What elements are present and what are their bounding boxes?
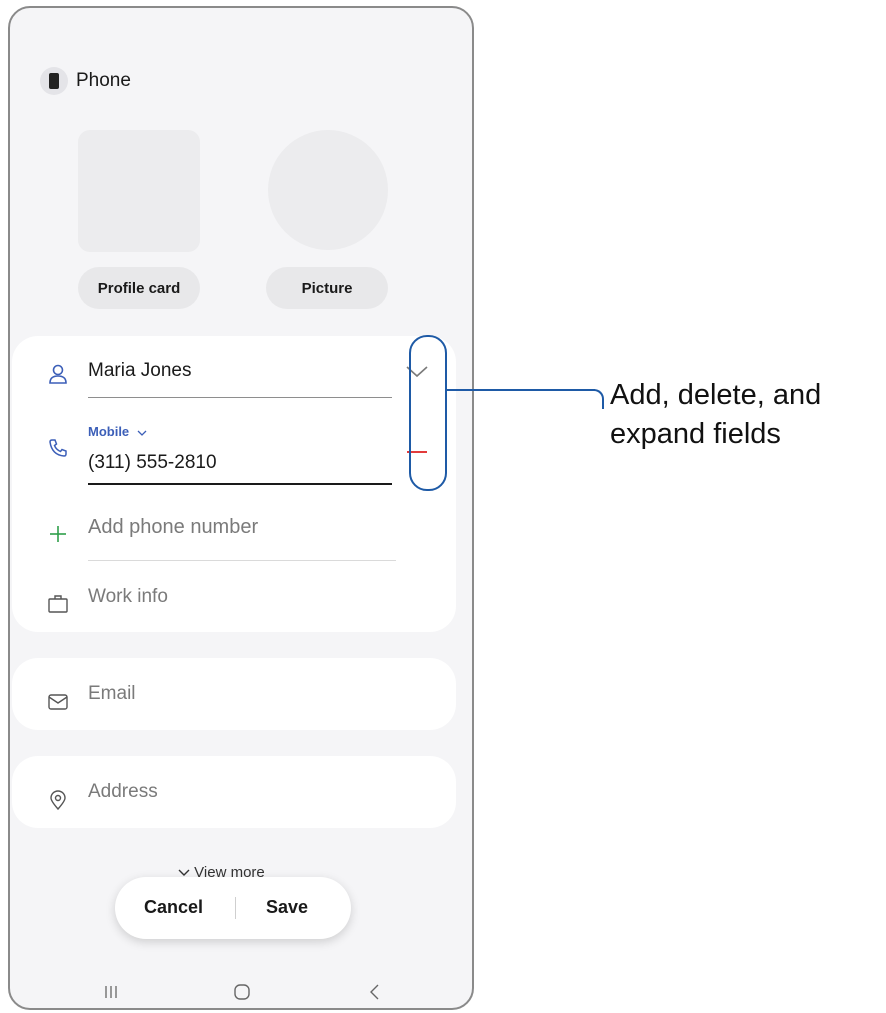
- callout-line-2: expand fields: [610, 418, 781, 450]
- picture-preview[interactable]: [268, 130, 388, 250]
- callout-leader-curve: [594, 389, 604, 409]
- back-icon[interactable]: [360, 980, 390, 1004]
- profile-card-preview[interactable]: [78, 130, 200, 252]
- address-field[interactable]: Address: [88, 781, 158, 803]
- chevron-down-icon: [137, 430, 147, 436]
- divider: [88, 560, 396, 561]
- home-icon[interactable]: [227, 980, 257, 1004]
- email-card[interactable]: [12, 658, 456, 730]
- name-field[interactable]: Maria Jones: [88, 360, 192, 382]
- picture-button[interactable]: Picture: [266, 267, 388, 309]
- briefcase-icon: [46, 592, 70, 616]
- callout-leader-line: [447, 389, 595, 391]
- save-button[interactable]: Save: [266, 897, 308, 918]
- profile-card-button[interactable]: Profile card: [78, 267, 200, 309]
- location-pin-icon: [46, 788, 70, 812]
- divider: [235, 897, 236, 919]
- phone-type-label: Mobile: [88, 424, 130, 439]
- add-phone-number-button[interactable]: Add phone number: [88, 516, 258, 539]
- chevron-down-icon: [178, 869, 190, 876]
- callout-line-1: Add, delete, and: [610, 379, 822, 411]
- email-field[interactable]: Email: [88, 683, 136, 705]
- callout-text: Add, delete, and expand fields: [610, 376, 821, 454]
- work-info-field[interactable]: Work info: [88, 586, 168, 608]
- action-bar: Cancel Save: [115, 877, 351, 939]
- storage-label: Phone: [76, 70, 131, 91]
- storage-location[interactable]: Phone: [40, 66, 131, 96]
- address-card[interactable]: [12, 756, 456, 828]
- phone-type-dropdown[interactable]: Mobile: [88, 424, 147, 439]
- email-icon: [46, 690, 70, 714]
- call-icon: [46, 436, 70, 460]
- name-underline: [88, 397, 392, 398]
- phone-number-field[interactable]: (311) 555-2810: [88, 452, 217, 474]
- phone-underline: [88, 483, 392, 485]
- recent-apps-icon[interactable]: [96, 980, 126, 1004]
- view-more-label: View more: [194, 864, 265, 878]
- callout-highlight: [409, 335, 447, 491]
- person-icon: [46, 362, 70, 386]
- cancel-button[interactable]: Cancel: [144, 897, 203, 918]
- view-more-button[interactable]: View more: [178, 864, 265, 878]
- plus-icon[interactable]: [46, 522, 70, 546]
- phone-icon: [40, 67, 68, 95]
